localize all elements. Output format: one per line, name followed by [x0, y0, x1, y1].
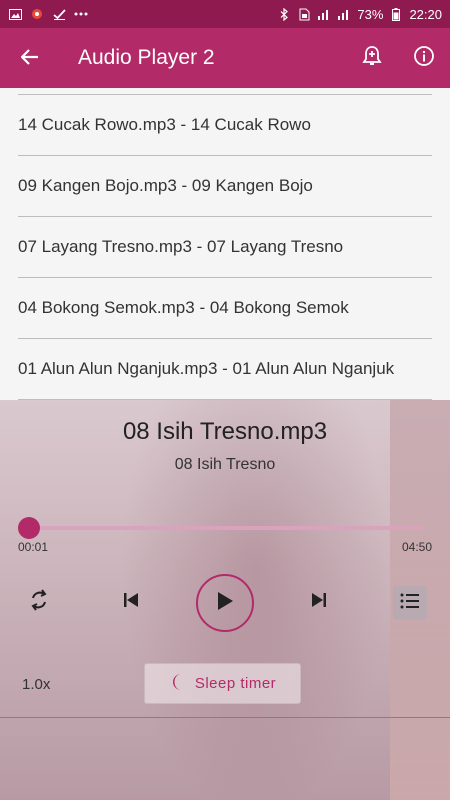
battery-icon [389, 7, 403, 21]
play-button[interactable] [196, 574, 254, 632]
previous-button[interactable] [116, 588, 146, 616]
signal-icon [317, 8, 331, 20]
image-icon [8, 8, 22, 20]
total-time: 04:50 [401, 540, 432, 554]
play-icon [216, 591, 234, 616]
seek-bar[interactable] [28, 526, 424, 530]
back-button[interactable] [0, 28, 60, 88]
playlist-item[interactable]: 09 Kangen Bojo.mp3 - 09 Kangen Bojo [18, 156, 432, 217]
battery-percent: 73% [357, 6, 384, 22]
next-button[interactable] [304, 588, 334, 616]
app-bar: Audio Player 2 [0, 28, 450, 88]
playlist-item[interactable]: 14 Cucak Rowo.mp3 - 14 Cucak Rowo [18, 95, 432, 156]
repeat-button[interactable] [24, 587, 54, 617]
bluetooth-icon [277, 7, 291, 21]
skip-next-icon [311, 592, 327, 613]
playlist-item[interactable]: 01 Alun Alun Nganjuk.mp3 - 01 Alun Alun … [18, 339, 432, 400]
repeat-icon [29, 588, 49, 616]
notification-icon [30, 8, 44, 20]
sleep-timer-button[interactable]: Sleep timer [144, 663, 301, 704]
sim-icon [297, 8, 311, 20]
playlist-toggle-button[interactable] [393, 586, 427, 620]
playlist-item[interactable]: 04 Bokong Semok.mp3 - 04 Bokong Semok [18, 278, 432, 339]
track-subtitle: 08 Isih Tresno [174, 456, 276, 473]
sleep-timer-label: Sleep timer [194, 675, 277, 692]
add-alarm-button[interactable] [346, 28, 398, 88]
clock: 22:20 [409, 6, 442, 22]
playback-speed[interactable]: 1.0x [22, 676, 50, 693]
playlist-item[interactable]: 07 Layang Tresno.mp3 - 07 Layang Tresno [18, 217, 432, 278]
track-title: 08 Isih Tresno.mp3 [122, 418, 328, 445]
current-time: 00:01 [18, 540, 49, 554]
more-dots-icon [74, 8, 88, 20]
add-alarm-icon [362, 45, 382, 72]
page-title: Audio Player 2 [78, 46, 215, 69]
moon-icon [169, 673, 185, 695]
signal-icon [337, 8, 351, 20]
info-button[interactable] [398, 28, 450, 88]
info-icon [413, 45, 435, 72]
skip-previous-icon [123, 592, 139, 613]
divider [0, 717, 450, 718]
playlist: 14 Cucak Rowo.mp3 - 14 Cucak Rowo 09 Kan… [0, 88, 450, 400]
check-icon [52, 8, 66, 20]
arrow-back-icon [20, 44, 39, 72]
list-icon [400, 593, 420, 614]
status-bar: 73% 22:20 [0, 0, 450, 28]
